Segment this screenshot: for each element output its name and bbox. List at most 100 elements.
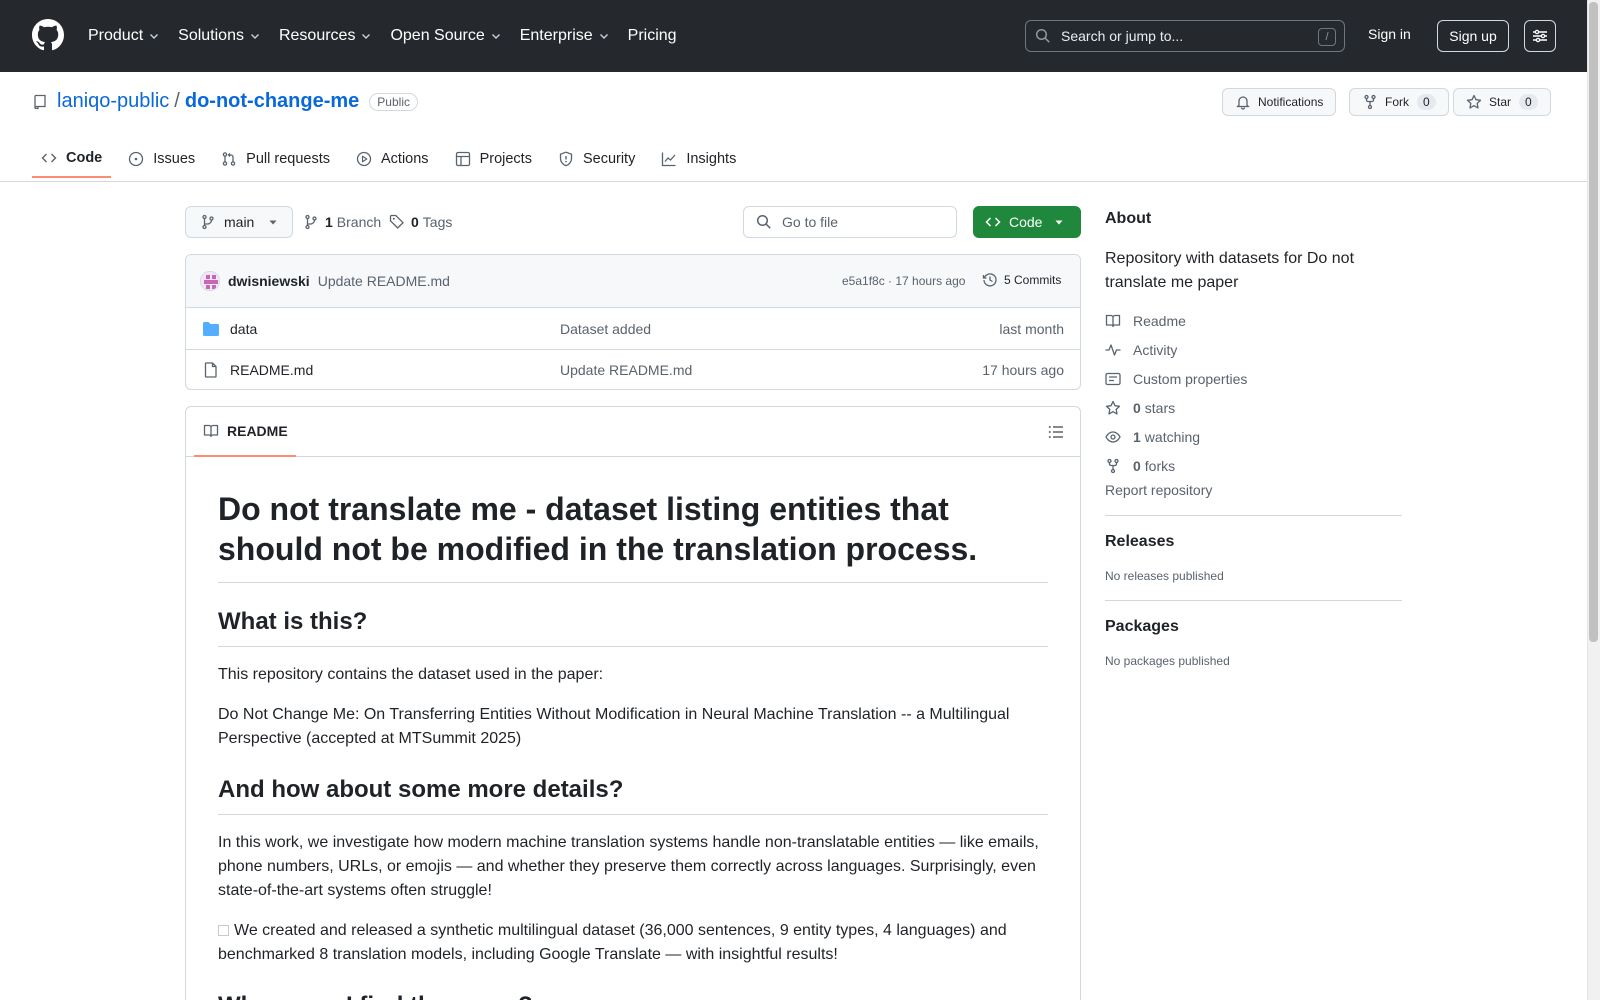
search-placeholder: Search or jump to... (1061, 28, 1184, 44)
commit-author[interactable]: dwisniewski (228, 273, 310, 289)
sign-up-button[interactable]: Sign up (1437, 20, 1509, 52)
fork-icon (1364, 94, 1376, 110)
notifications-button[interactable]: Notifications (1222, 88, 1337, 116)
go-to-file-placeholder: Go to file (782, 214, 839, 230)
tab-projects[interactable]: Projects (446, 140, 541, 178)
custom-properties-link[interactable]: Custom properties (1105, 364, 1402, 393)
shield-icon (559, 151, 573, 167)
code-dropdown-button[interactable]: Code (973, 206, 1081, 238)
nav-enterprise-label: Enterprise (519, 27, 593, 44)
repo-owner-link[interactable]: laniqo-public (57, 90, 169, 113)
nav-solutions[interactable]: Solutions (178, 27, 261, 45)
code-icon (41, 153, 57, 163)
star-label: Star (1489, 95, 1512, 109)
readme-heading-paper: Where can I find the paper? (218, 991, 1048, 1000)
tab-insights[interactable]: Insights (652, 140, 745, 178)
about-links: Readme Activity Custom properties 0 star… (1105, 306, 1402, 480)
table-row[interactable]: README.md Update README.md 17 hours ago (186, 349, 1080, 389)
readme-panel: README Do not translate me - dataset lis… (185, 406, 1081, 1000)
releases-empty-text: No releases published (1105, 569, 1224, 583)
github-logo-icon[interactable] (32, 19, 64, 51)
nav-resources[interactable]: Resources (279, 27, 372, 45)
missing-emoji-glyph-icon (218, 925, 229, 936)
file-name[interactable]: README.md (230, 362, 313, 378)
outline-button[interactable] (1048, 424, 1064, 440)
table-row[interactable]: data Dataset added last month (186, 308, 1080, 349)
readme-heading-details: And how about some more details? (218, 775, 1048, 815)
stars-label: stars (1144, 399, 1176, 416)
stars-link[interactable]: 0 stars (1105, 393, 1402, 422)
options-menu-button[interactable] (1524, 20, 1556, 52)
branches-link[interactable]: 1 Branch (303, 214, 381, 230)
releases-title[interactable]: Releases (1105, 533, 1402, 551)
tab-actions-label: Actions (381, 151, 429, 167)
tab-readme[interactable]: README (194, 407, 296, 457)
activity-link[interactable]: Activity (1105, 335, 1402, 364)
tab-projects-label: Projects (479, 151, 532, 167)
scrollbar-thumb[interactable] (1589, 2, 1598, 642)
caret-down-icon (1055, 220, 1063, 225)
branch-icon (202, 214, 214, 230)
forks-link[interactable]: 0 forks (1105, 451, 1402, 480)
star-button[interactable]: Star 0 (1453, 88, 1551, 116)
tab-pull-requests[interactable]: Pull requests (212, 140, 339, 178)
play-circle-icon (356, 151, 372, 167)
nav-enterprise[interactable]: Enterprise (520, 27, 610, 45)
search-input[interactable]: Search or jump to... / (1025, 20, 1345, 52)
tab-issues[interactable]: Issues (119, 140, 204, 178)
folder-icon (203, 321, 219, 336)
go-to-file-input[interactable]: Go to file (743, 206, 957, 238)
bell-icon (1236, 96, 1250, 110)
readme-heading-what: What is this? (218, 607, 1048, 647)
fork-icon (1107, 458, 1119, 473)
search-shortcut-key: / (1318, 28, 1336, 46)
file-commit-message[interactable]: Update README.md (560, 362, 692, 378)
packages-title[interactable]: Packages (1105, 618, 1402, 636)
pull-request-icon (222, 152, 236, 166)
nav-pricing[interactable]: Pricing (628, 27, 677, 45)
readme-title: Do not translate me - dataset listing en… (218, 489, 1048, 583)
table-icon (455, 151, 470, 167)
caret-down-icon (269, 220, 277, 225)
fork-button[interactable]: Fork 0 (1349, 88, 1449, 116)
commit-hash-time[interactable]: e5a1f8c · 17 hours ago (842, 274, 965, 288)
commit-message[interactable]: Update README.md (318, 273, 450, 289)
about-sidebar: About Repository with datasets for Do no… (1105, 210, 1402, 668)
tab-code[interactable]: Code (32, 140, 112, 178)
search-icon (1035, 28, 1050, 43)
nav-product[interactable]: Product (88, 27, 160, 45)
file-name[interactable]: data (230, 321, 257, 337)
repo-icon (34, 94, 46, 109)
branch-label: Branch (336, 214, 382, 230)
avatar[interactable] (200, 271, 220, 291)
commits-link[interactable]: 5 Commits (982, 272, 1061, 288)
top-nav: Product Solutions Resources Open Source … (88, 0, 695, 72)
readme-link[interactable]: Readme (1105, 306, 1402, 335)
fork-count: 0 (1417, 94, 1436, 110)
branch-icon (305, 214, 317, 230)
tab-security[interactable]: Security (549, 140, 644, 178)
commits-count: 5 Commits (1004, 273, 1062, 287)
nav-pricing-label: Pricing (627, 27, 677, 44)
nav-solutions-label: Solutions (178, 27, 244, 44)
chevron-down-icon (362, 34, 371, 39)
tab-issues-label: Issues (153, 151, 196, 167)
eye-icon (1105, 430, 1121, 443)
star-icon (1466, 94, 1482, 109)
file-date: last month (999, 320, 1064, 337)
readme-paragraph: This repository contains the dataset use… (218, 666, 604, 683)
tags-link[interactable]: 0 Tags (389, 214, 452, 230)
star-count: 0 (1519, 94, 1538, 110)
repo-name-link[interactable]: do-not-change-me (185, 90, 359, 113)
page-scrollbar[interactable] (1587, 0, 1600, 1000)
nav-open-source[interactable]: Open Source (390, 27, 501, 45)
watching-link[interactable]: 1 watching (1105, 422, 1402, 451)
branch-select-button[interactable]: main (185, 206, 294, 238)
file-commit-message[interactable]: Dataset added (560, 321, 651, 337)
chevron-down-icon (150, 34, 159, 39)
packages-empty-text: No packages published (1105, 654, 1230, 668)
tag-count: 0 (411, 214, 419, 230)
report-repository-link[interactable]: Report repository (1105, 482, 1402, 498)
sign-in-link[interactable]: Sign in (1368, 26, 1411, 42)
tab-actions[interactable]: Actions (347, 140, 438, 178)
